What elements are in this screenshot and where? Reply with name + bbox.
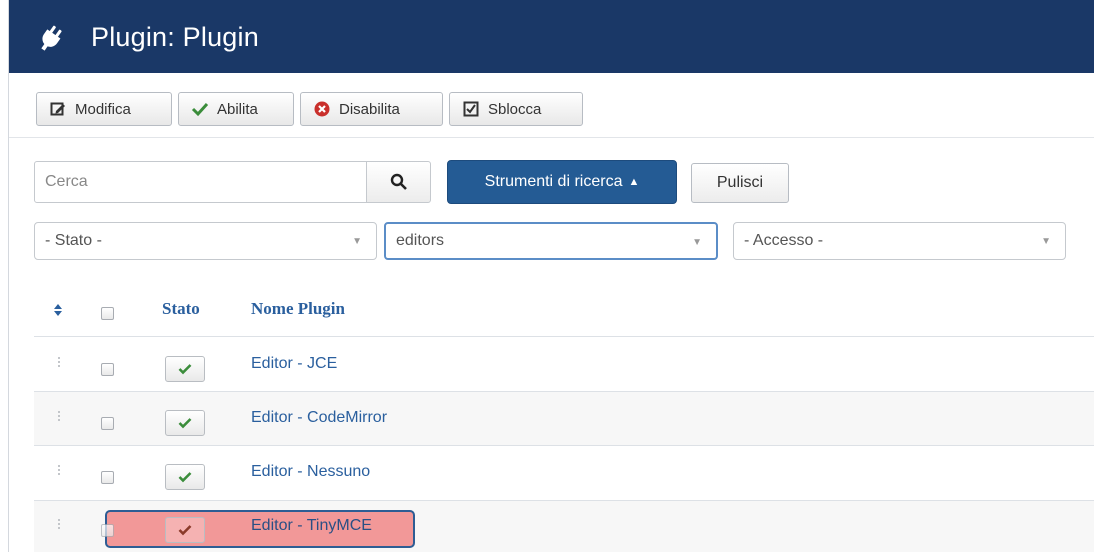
- status-toggle-button[interactable]: [165, 356, 205, 382]
- enable-label: Abilita: [217, 100, 258, 118]
- edit-label: Modifica: [75, 100, 131, 118]
- drag-handle-icon[interactable]: [58, 465, 62, 479]
- page-title: Plugin: Plugin: [91, 22, 259, 52]
- edit-icon: [49, 100, 67, 118]
- disable-label: Disabilita: [339, 100, 400, 118]
- checkbox-icon: [462, 100, 480, 118]
- page-header: Plugin: Plugin: [9, 0, 1094, 73]
- unlock-label: Sblocca: [488, 100, 542, 118]
- check-icon: [178, 418, 192, 429]
- row-checkbox[interactable]: [101, 363, 114, 376]
- state-filter-value: - Stato -: [45, 232, 102, 249]
- row-checkbox[interactable]: [101, 471, 114, 484]
- enable-button[interactable]: Abilita: [178, 92, 294, 126]
- access-filter-value: - Accesso -: [744, 232, 824, 249]
- plugin-name-link[interactable]: Editor - CodeMirror: [251, 409, 387, 427]
- caret-up-icon: ▲: [628, 176, 640, 188]
- toolbar: Modifica Abilita Disabilita Sblocca: [9, 73, 1094, 138]
- folder-filter-value: editors: [396, 232, 445, 249]
- drag-handle-icon[interactable]: [58, 411, 62, 425]
- search-tools-label: Strumenti di ricerca: [484, 173, 623, 190]
- row-divider: [34, 391, 1094, 392]
- folder-filter-select[interactable]: editors ▼: [384, 222, 718, 260]
- row-divider: [34, 500, 1094, 501]
- drag-handle-icon[interactable]: [58, 519, 62, 533]
- search-button[interactable]: [366, 161, 431, 203]
- check-icon: [178, 525, 192, 536]
- status-toggle-button[interactable]: [165, 464, 205, 490]
- plugin-name-link[interactable]: Editor - TinyMCE: [251, 517, 372, 535]
- status-toggle-button[interactable]: [165, 517, 205, 543]
- access-filter-select[interactable]: - Accesso - ▼: [733, 222, 1066, 260]
- column-header-name[interactable]: Nome Plugin: [251, 299, 345, 319]
- edit-button[interactable]: Modifica: [36, 92, 172, 126]
- check-icon: [178, 472, 192, 483]
- row-divider: [34, 336, 1094, 337]
- search-tools-button[interactable]: Strumenti di ricerca ▲: [447, 160, 677, 204]
- clear-button[interactable]: Pulisci: [691, 163, 789, 203]
- plugin-manager: Plugin: Plugin Modifica Abilita Disabili…: [8, 0, 1094, 552]
- row-checkbox[interactable]: [101, 417, 114, 430]
- check-icon: [178, 364, 192, 375]
- search-icon: [390, 173, 407, 190]
- row-checkbox[interactable]: [101, 524, 114, 537]
- status-toggle-button[interactable]: [165, 410, 205, 436]
- search-input[interactable]: [34, 161, 367, 203]
- caret-down-icon: ▼: [1041, 236, 1051, 247]
- state-filter-select[interactable]: - Stato - ▼: [34, 222, 377, 260]
- plug-icon: [41, 25, 62, 51]
- column-header-status[interactable]: Stato: [162, 299, 200, 319]
- check-icon: [191, 100, 209, 118]
- unlock-button[interactable]: Sblocca: [449, 92, 583, 126]
- plugin-name-link[interactable]: Editor - JCE: [251, 355, 337, 373]
- drag-handle-icon[interactable]: [58, 357, 62, 371]
- row-divider: [34, 445, 1094, 446]
- caret-down-icon: ▼: [692, 237, 702, 248]
- sort-icon[interactable]: [53, 303, 63, 317]
- plugin-name-link[interactable]: Editor - Nessuno: [251, 463, 370, 481]
- select-all-checkbox[interactable]: [101, 307, 114, 320]
- remove-circle-icon: [313, 100, 331, 118]
- caret-down-icon: ▼: [352, 236, 362, 247]
- disable-button[interactable]: Disabilita: [300, 92, 443, 126]
